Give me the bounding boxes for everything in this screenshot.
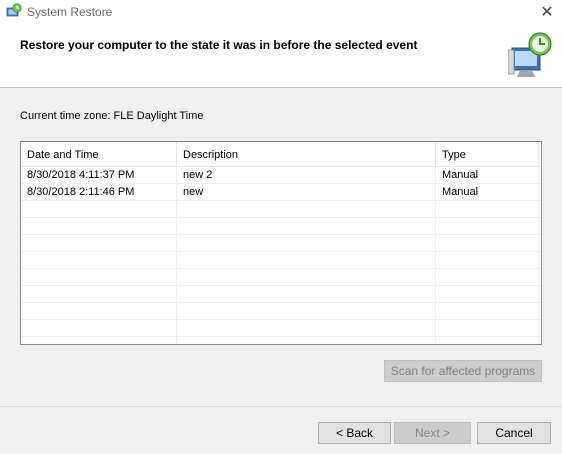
sort-down-icon: ˇ	[93, 142, 96, 145]
column-type[interactable]: Type	[436, 142, 539, 166]
next-button[interactable]: Next >	[394, 422, 471, 444]
instruction-text: Restore your computer to the state it wa…	[20, 38, 418, 52]
cell-description: new	[177, 184, 436, 201]
empty-row	[21, 303, 541, 320]
list-header: ˇ Date and Time Description Type	[21, 142, 541, 167]
cell-type: Manual	[436, 184, 539, 201]
empty-row	[21, 337, 541, 344]
title-bar: System Restore ✕	[0, 0, 562, 24]
column-description[interactable]: Description	[177, 142, 436, 166]
cell-date: 8/30/2018 2:11:46 PM	[21, 184, 177, 201]
column-date-and-time[interactable]: ˇ Date and Time	[21, 142, 177, 166]
footer-divider	[0, 406, 562, 407]
cell-description: new 2	[177, 167, 436, 184]
empty-row	[21, 320, 541, 337]
empty-row	[21, 252, 541, 269]
column-label: Date and Time	[27, 149, 99, 161]
empty-row	[21, 269, 541, 286]
empty-row	[21, 286, 541, 303]
system-restore-icon	[6, 3, 22, 19]
close-icon: ✕	[540, 4, 554, 21]
empty-row	[21, 201, 541, 218]
cell-type: Manual	[436, 167, 539, 184]
scan-affected-programs-button[interactable]: Scan for affected programs	[384, 360, 542, 382]
back-button[interactable]: < Back	[318, 422, 391, 444]
empty-row	[21, 218, 541, 235]
timezone-label: Current time zone: FLE Daylight Time	[20, 110, 204, 122]
window-title: System Restore	[27, 5, 113, 19]
cell-date: 8/30/2018 4:11:37 PM	[21, 167, 177, 184]
table-row[interactable]: 8/30/2018 2:11:46 PM new Manual	[21, 184, 541, 201]
table-row[interactable]: 8/30/2018 4:11:37 PM new 2 Manual	[21, 167, 541, 184]
restore-points-list[interactable]: ˇ Date and Time Description Type 8/30/20…	[20, 141, 542, 345]
system-restore-icon	[507, 30, 554, 80]
column-label: Type	[442, 149, 466, 161]
column-label: Description	[183, 149, 239, 161]
cancel-button[interactable]: Cancel	[477, 422, 551, 444]
close-button[interactable]: ✕	[532, 0, 562, 24]
empty-row	[21, 235, 541, 252]
header-panel: Restore your computer to the state it wa…	[0, 24, 562, 88]
system-restore-window: System Restore ✕ Restore your computer t…	[0, 0, 562, 454]
